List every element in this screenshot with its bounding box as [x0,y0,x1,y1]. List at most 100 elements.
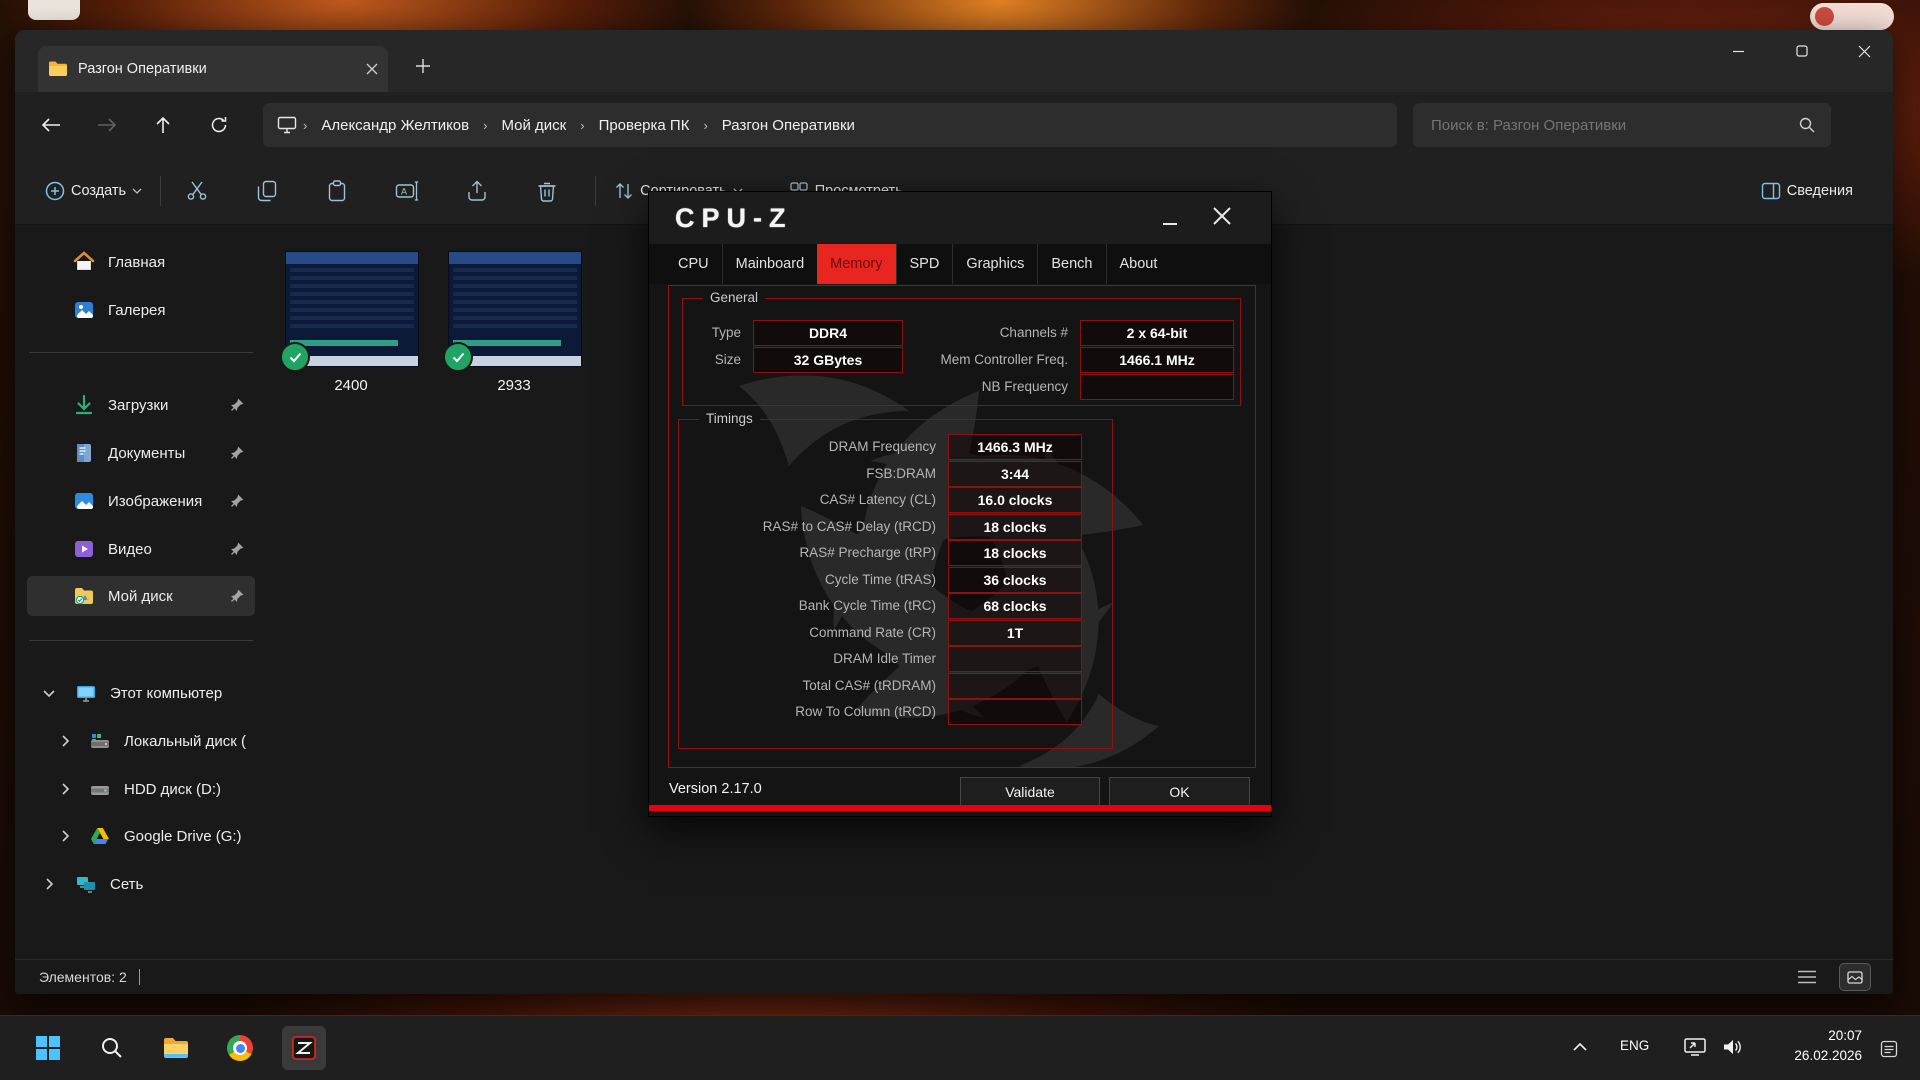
search-input[interactable] [1429,116,1793,135]
cpuz-memory-panel: General Type DDR4 Size 32 GBytes Channel… [668,285,1256,768]
share-button[interactable] [451,169,503,213]
tray-chevron-up-icon[interactable] [1572,1042,1588,1052]
volume-icon[interactable] [1722,1038,1742,1056]
taskbar-cpuz-button[interactable] [282,1026,326,1070]
sidebar-divider [29,640,253,641]
thumbnail-view-icon [1847,971,1863,984]
computer-icon [75,682,97,704]
status-bar: Элементов: 2 [15,959,1893,994]
timing-value: 1466.3 MHz [948,434,1082,460]
paste-button[interactable] [311,169,363,213]
timing-value: 3:44 [948,461,1082,487]
sidebar-item-pictures[interactable]: Изображения [27,481,255,521]
create-button[interactable]: Создать [37,169,150,213]
maximize-button[interactable] [1779,34,1825,68]
file-name[interactable]: 2400 [285,377,417,394]
sidebar-item-hdd-disk[interactable]: HDD диск (D:) [27,769,255,809]
validate-button[interactable]: Validate [960,777,1100,807]
breadcrumb-item-user[interactable]: Александр Желтиков [313,113,477,138]
notification-center-icon[interactable] [1880,1040,1898,1058]
timing-value: 18 clocks [948,540,1082,566]
size-label: Size [683,352,741,367]
windows-logo-icon [35,1035,61,1061]
timings-group: Timings DRAM Frequency 1466.3 MHz FSB:DR… [678,419,1113,749]
details-pane-icon [1761,182,1781,200]
cpuz-titlebar[interactable]: CPU-Z [649,192,1271,245]
sidebar-label: Google Drive (G:) [124,828,242,845]
sync-check-icon [280,342,310,372]
sidebar-item-this-pc[interactable]: Этот компьютер [27,673,255,713]
rename-button[interactable]: A [381,169,433,213]
forward-button[interactable] [87,107,127,143]
thumbnail-view-toggle[interactable] [1839,963,1871,991]
taskbar-search-button[interactable] [90,1026,134,1070]
breadcrumb-item-mydrive[interactable]: Мой диск [493,113,574,138]
sidebar-label: Галерея [108,302,166,319]
sidebar-item-gallery[interactable]: Галерея [27,290,255,330]
tab-close-icon[interactable] [366,63,378,75]
cpuz-minimize-icon[interactable] [1162,218,1180,226]
explorer-tab[interactable]: Разгон Оперативки [38,46,388,92]
cpuz-tab-spd[interactable]: SPD [896,244,953,284]
cpuz-tab-graphics[interactable]: Graphics [952,244,1037,284]
chevron-collapsed-icon[interactable] [57,828,73,844]
search-icon[interactable] [1799,117,1815,133]
cpuz-tab-bench[interactable]: Bench [1037,244,1105,284]
minimize-button[interactable] [1715,34,1761,68]
network-icon [75,873,97,895]
copy-button[interactable] [241,169,293,213]
cast-screen-icon[interactable] [1684,1038,1706,1056]
sidebar-item-downloads[interactable]: Загрузки [27,385,255,425]
file-thumbnail-2400[interactable] [285,251,419,367]
chevron-collapsed-icon[interactable] [41,876,57,892]
refresh-button[interactable] [199,107,239,143]
cut-button[interactable] [171,169,223,213]
details-button[interactable]: Сведения [1753,169,1867,213]
copy-icon [257,180,277,202]
chevron-collapsed-icon[interactable] [57,781,73,797]
start-button[interactable] [26,1026,70,1070]
breadcrumb-separator: › [701,118,709,133]
nbfreq-label: NB Frequency [848,379,1068,394]
back-button[interactable] [31,107,71,143]
wallpaper-pill-fragment [1810,3,1894,30]
cpuz-tab-about[interactable]: About [1106,244,1171,284]
cpuz-tab-bar: CPU Mainboard Memory SPD Graphics Bench … [649,244,1271,284]
cpuz-window: CPU-Z CPU Mainboard Memory SPD Graphics … [648,191,1272,817]
cpuz-tab-cpu[interactable]: CPU [665,244,722,284]
sidebar-item-local-disk[interactable]: Локальный диск ( [27,721,255,761]
list-view-icon[interactable] [1797,969,1817,985]
sidebar-item-google-drive[interactable]: Google Drive (G:) [27,816,255,856]
file-thumbnail-2933[interactable] [448,251,582,367]
address-bar: › Александр Желтиков › Мой диск › Провер… [15,92,1893,158]
sidebar-item-videos[interactable]: Видео [27,529,255,569]
this-pc-icon[interactable] [277,116,297,134]
cpuz-tab-mainboard[interactable]: Mainboard [722,244,818,284]
tab-strip: Разгон Оперативки [15,30,1893,92]
taskbar-explorer-button[interactable] [154,1026,198,1070]
new-tab-icon[interactable] [415,58,431,74]
chevron-expanded-icon[interactable] [41,685,57,701]
breadcrumb-item-current[interactable]: Разгон Оперативки [714,113,863,138]
sidebar-item-mydrive[interactable]: Мой диск [27,576,255,616]
hdd-disk-icon [89,778,111,800]
taskbar-clock[interactable]: 20:07 26.02.2026 [1794,1026,1862,1066]
sidebar-item-network[interactable]: Сеть [27,864,255,904]
up-button[interactable] [143,107,183,143]
sidebar-item-documents[interactable]: Документы [27,433,255,473]
cpuz-close-icon[interactable] [1212,206,1232,226]
ok-button[interactable]: OK [1109,777,1250,807]
close-button[interactable] [1841,34,1887,68]
sidebar-item-home[interactable]: Главная [27,242,255,282]
taskbar: ENG 20:07 26.02.2026 [0,1015,1920,1080]
taskbar-chrome-button[interactable] [218,1026,262,1070]
delete-button[interactable] [521,169,573,213]
cpuz-tab-memory[interactable]: Memory [817,244,895,284]
file-name[interactable]: 2933 [448,377,580,394]
timing-label: DRAM Frequency [686,439,936,454]
language-indicator[interactable]: ENG [1620,1038,1649,1053]
search-box[interactable] [1413,103,1831,147]
chevron-collapsed-icon[interactable] [57,733,73,749]
sort-icon [614,181,634,201]
breadcrumb-item-pccheck[interactable]: Проверка ПК [591,113,698,138]
